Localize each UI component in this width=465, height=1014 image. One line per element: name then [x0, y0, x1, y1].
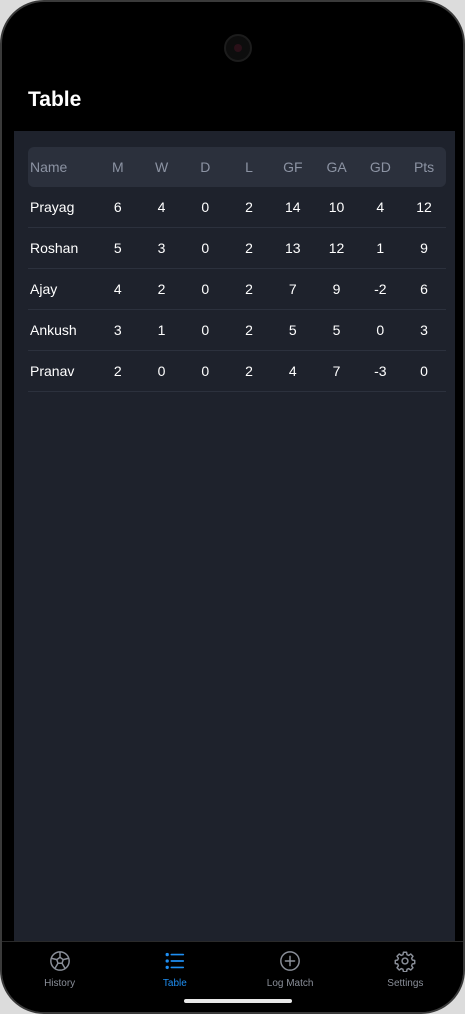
front-camera	[224, 34, 252, 62]
cell-points: 3	[420, 322, 428, 338]
cell-goals-against: 12	[328, 240, 345, 256]
cell-goal-difference: 4	[376, 199, 385, 215]
cell-goal-difference: -3	[374, 363, 387, 379]
column-header-goals-for[interactable]: GF	[271, 159, 315, 175]
player-name: Roshan	[30, 240, 79, 256]
cell-losses: 2	[245, 240, 253, 256]
tab-settings[interactable]: Settings	[348, 942, 463, 1012]
tab-label: Settings	[387, 978, 424, 989]
cell-wins: 3	[157, 240, 166, 256]
cell-goal-difference: -2	[374, 281, 387, 297]
plus-circle-icon	[280, 951, 301, 971]
cell-points: 6	[420, 281, 428, 297]
cell-goals-against: 7	[332, 363, 341, 379]
cell-goals-against: 5	[332, 322, 341, 338]
player-name: Pranav	[30, 363, 75, 379]
column-header-draws[interactable]: D	[183, 159, 227, 175]
cell-wins: 2	[157, 281, 166, 297]
tab-table[interactable]: Table	[117, 942, 232, 1012]
home-indicator[interactable]	[184, 999, 292, 1003]
tab-label: Log Match	[266, 978, 314, 989]
page-title: Table	[28, 88, 82, 111]
cell-wins: 1	[157, 322, 166, 338]
cell-goals-for: 14	[285, 199, 301, 215]
player-name: Ankush	[30, 322, 77, 338]
standings-panel: Name M W D L GF GA GD Pts Prayag 6 4 0 2…	[14, 131, 455, 941]
table-row[interactable]: Ankush 3 1 0 2 5 5 0 3	[28, 310, 446, 351]
cell-matches: 6	[113, 199, 122, 215]
bottom-tab-bar: History Table Log Match Settings	[2, 941, 463, 1012]
cell-matches: 4	[113, 281, 122, 297]
phone-frame: Table Name M W D L GF GA GD Pts Prayag 6…	[0, 0, 465, 1014]
table-header-row: Name M W D L GF GA GD Pts	[28, 147, 446, 187]
player-name: Prayag	[30, 199, 75, 215]
cell-draws: 0	[201, 199, 210, 215]
tab-label: History	[44, 978, 76, 989]
column-header-name[interactable]: Name	[28, 159, 96, 175]
tab-log-match[interactable]: Log Match	[233, 942, 348, 1012]
app-header: Table	[2, 72, 463, 132]
cell-goals-for: 13	[285, 240, 301, 256]
column-header-goals-against[interactable]: GA	[315, 159, 359, 175]
list-icon	[165, 952, 184, 970]
cell-points: 9	[420, 240, 428, 256]
table-row[interactable]: Ajay 4 2 0 2 7 9 -2 6	[28, 269, 446, 310]
gear-icon	[394, 951, 416, 972]
cell-points: 0	[420, 363, 428, 379]
cell-matches: 3	[113, 322, 122, 338]
cell-losses: 2	[245, 281, 253, 297]
player-name: Ajay	[30, 281, 58, 297]
soccer-ball-icon	[49, 951, 70, 971]
column-header-wins[interactable]: W	[140, 159, 184, 175]
column-header-goal-difference[interactable]: GD	[358, 159, 402, 175]
column-header-matches[interactable]: M	[96, 159, 140, 175]
cell-goals-for: 4	[288, 363, 297, 379]
table-row[interactable]: Roshan 5 3 0 2 13 12 1 9	[28, 228, 446, 269]
cell-goals-for: 7	[288, 281, 297, 297]
cell-draws: 0	[201, 240, 210, 256]
cell-draws: 0	[201, 322, 210, 338]
cell-matches: 2	[113, 363, 122, 379]
cell-losses: 2	[245, 322, 253, 338]
column-header-points[interactable]: Pts	[402, 159, 446, 175]
tab-history[interactable]: History	[2, 942, 117, 1012]
column-header-losses[interactable]: L	[227, 159, 271, 175]
cell-goals-against: 9	[332, 281, 341, 297]
cell-losses: 2	[245, 199, 253, 215]
cell-points: 12	[416, 199, 432, 215]
standings-table: Name M W D L GF GA GD Pts Prayag 6 4 0 2…	[28, 147, 446, 392]
cell-goals-against: 10	[328, 199, 345, 215]
cell-losses: 2	[245, 363, 253, 379]
table-row[interactable]: Prayag 6 4 0 2 14 10 4 12	[28, 187, 446, 228]
cell-wins: 0	[157, 363, 166, 379]
cell-matches: 5	[113, 240, 122, 256]
table-row[interactable]: Pranav 2 0 0 2 4 7 -3 0	[28, 351, 446, 392]
cell-draws: 0	[201, 363, 210, 379]
cell-goals-for: 5	[288, 322, 297, 338]
cell-goal-difference: 1	[376, 240, 385, 256]
tab-label: Table	[162, 978, 187, 989]
cell-wins: 4	[157, 199, 166, 215]
cell-draws: 0	[201, 281, 210, 297]
cell-goal-difference: 0	[376, 322, 385, 338]
